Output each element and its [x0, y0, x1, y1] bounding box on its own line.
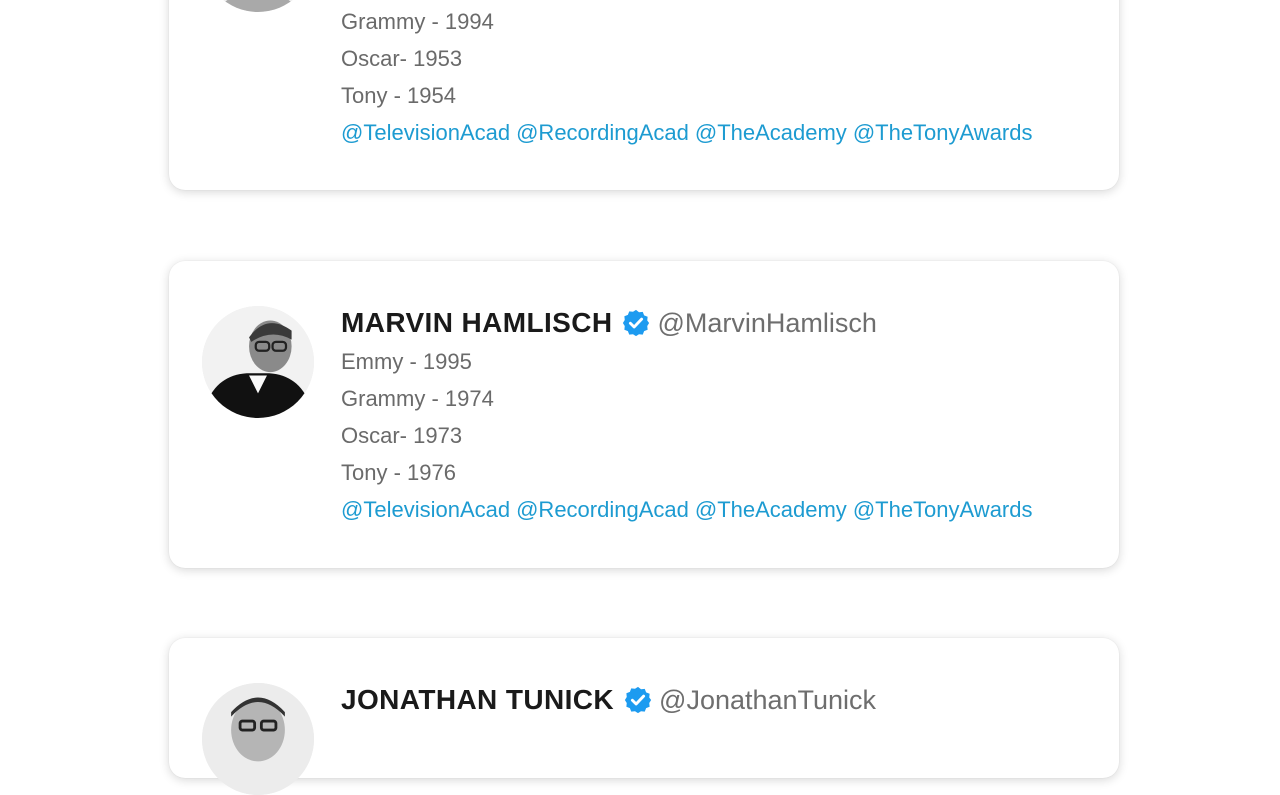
award-tony: Tony - 1954 — [341, 83, 456, 108]
verified-badge-icon — [624, 686, 652, 714]
mention-list: @TelevisionAcad @RecordingAcad @TheAcade… — [341, 114, 1033, 151]
mention-television-acad[interactable]: @TelevisionAcad — [341, 114, 510, 151]
name-row: MARVIN HAMLISCH @MarvinHamlisch — [341, 303, 1033, 343]
award-tony: Tony - 1976 — [341, 460, 456, 485]
avatar-image — [202, 306, 314, 418]
mention-the-academy[interactable]: @TheAcademy — [695, 491, 847, 528]
mention-tony-awards[interactable]: @TheTonyAwards — [853, 491, 1033, 528]
mention-tony-awards[interactable]: @TheTonyAwards — [853, 114, 1033, 151]
award-oscar: Oscar- 1953 — [341, 46, 463, 71]
avatar-image — [202, 0, 314, 12]
avatar-image — [202, 683, 314, 795]
avatar[interactable] — [202, 683, 314, 795]
profile-name: MARVIN HAMLISCH — [341, 307, 613, 338]
award-emmy: Emmy - 1995 — [341, 349, 472, 374]
award-grammy: Grammy - 1994 — [341, 9, 494, 34]
profile-card: MARVIN HAMLISCH @MarvinHamlisch Emmy - 1… — [169, 261, 1119, 568]
profile-handle[interactable]: @JonathanTunick — [659, 685, 876, 716]
profile-card: JONATHAN TUNICK @JonathanTunick — [169, 638, 1119, 795]
profile-name: JONATHAN TUNICK — [341, 684, 615, 715]
avatar[interactable] — [202, 306, 314, 418]
verified-badge-icon — [623, 309, 650, 337]
mention-television-acad[interactable]: @TelevisionAcad — [341, 491, 510, 528]
mention-recording-acad[interactable]: @RecordingAcad — [516, 114, 689, 151]
mention-the-academy[interactable]: @TheAcademy — [695, 114, 847, 151]
name-row: JONATHAN TUNICK @JonathanTunick — [341, 680, 876, 720]
profile-card: Grammy - 1994 Oscar- 1953 Tony - 1954 @T… — [169, 0, 1119, 190]
award-oscar: Oscar- 1973 — [341, 423, 463, 448]
mention-list: @TelevisionAcad @RecordingAcad @TheAcade… — [341, 491, 1033, 528]
award-grammy: Grammy - 1974 — [341, 386, 494, 411]
profile-handle[interactable]: @MarvinHamlisch — [657, 308, 876, 339]
avatar[interactable] — [202, 0, 314, 12]
mention-recording-acad[interactable]: @RecordingAcad — [516, 491, 689, 528]
